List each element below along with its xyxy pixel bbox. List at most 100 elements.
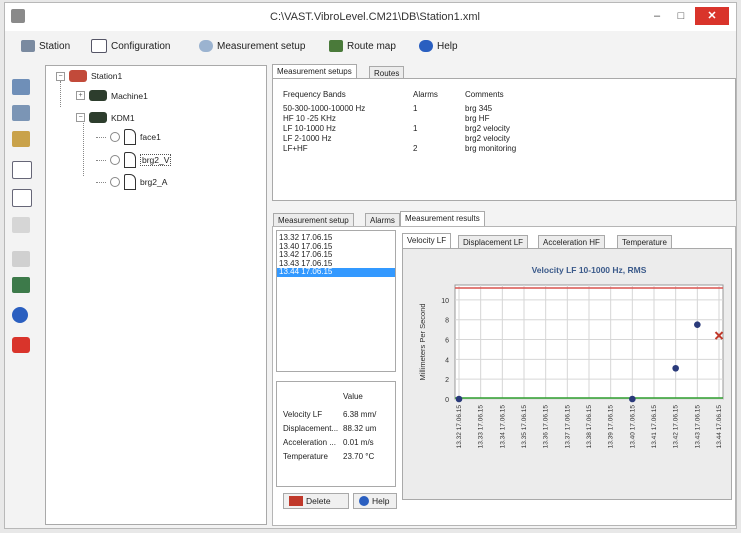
comment-cell: brg 345 <box>465 103 493 113</box>
machine-node-icon <box>89 112 107 123</box>
tab-measurement-setup[interactable]: Measurement setup <box>273 213 354 226</box>
alarms-cell <box>413 113 465 123</box>
collapse-icon[interactable]: − <box>76 113 85 122</box>
velocity-chart: Velocity LF 10-1000 Hz, RMS 0 2 4 6 8 10 Millim… <box>418 265 724 449</box>
menu-station-label: Station <box>39 40 71 52</box>
station-node-icon <box>69 70 87 82</box>
machine-tool-icon[interactable] <box>12 105 30 121</box>
maximize-button[interactable]: □ <box>669 7 693 25</box>
column-header: Frequency Bands <box>283 89 346 99</box>
help-icon <box>359 496 369 506</box>
sensor-tool-icon[interactable] <box>12 131 30 147</box>
band-cell: 50-300-1000-10000 Hz <box>283 103 366 113</box>
value-cell: 0.01 m/s <box>343 438 374 447</box>
tree-node-station[interactable]: − Station1 <box>56 70 122 82</box>
export-tool-icon[interactable] <box>12 277 30 293</box>
table-row[interactable]: LF 2-1000 Hz brg2 velocity <box>283 133 723 143</box>
route-map-icon <box>329 40 343 52</box>
x-tick-label: 13.33 17.06.15 <box>478 405 485 449</box>
tab-temperature[interactable]: Temperature <box>617 235 672 248</box>
tab-displacement-lf[interactable]: Displacement LF <box>458 235 529 248</box>
tree-connector <box>96 159 106 161</box>
tree-sensor-label: brg2_A <box>140 177 168 187</box>
band-cell: LF 2-1000 Hz <box>283 133 332 143</box>
sensor-status-icon <box>110 177 120 187</box>
tree-station-label: Station1 <box>91 71 123 81</box>
tree-node-machine1[interactable]: + Machine1 <box>76 90 148 101</box>
close-button[interactable]: ✕ <box>695 7 729 25</box>
alarms-cell: 1 <box>413 103 418 113</box>
alarms-cell <box>413 133 465 143</box>
menu-station[interactable]: Station <box>21 38 70 54</box>
collapse-icon[interactable]: − <box>56 71 65 81</box>
value-cell: 23.70 °C <box>343 452 375 461</box>
band-cell: HF 10 -25 KHz <box>283 113 336 123</box>
menu-route-map[interactable]: Route map <box>329 38 396 54</box>
tree-node-sensor[interactable]: face1 <box>96 129 161 145</box>
grid-tool-icon[interactable] <box>12 217 30 233</box>
data-point <box>694 321 701 328</box>
sensor-icon <box>124 152 136 168</box>
x-tick-label: 13.32 17.06.15 <box>456 405 463 449</box>
x-tick-label: 13.34 17.06.15 <box>499 405 506 449</box>
tree-sensor-label: brg2_V <box>140 154 172 166</box>
tree-node-sensor[interactable]: brg2_V <box>96 152 172 168</box>
gear-icon <box>199 40 213 52</box>
x-tick-label: 13.38 17.06.15 <box>586 405 593 449</box>
x-tick-label: 13.41 17.06.15 <box>651 405 658 449</box>
minimize-button[interactable]: – <box>645 7 669 25</box>
x-tick-label: 13.36 17.06.15 <box>543 405 550 449</box>
menu-measurement-setup[interactable]: Measurement setup <box>199 38 305 54</box>
data-point <box>455 395 463 403</box>
comment-cell: brg2 velocity <box>465 133 510 143</box>
y-tick-label: 6 <box>445 338 449 345</box>
y-tick-label: 4 <box>445 357 449 364</box>
value-name-cell: Displacement... <box>283 424 339 433</box>
timestamps-list[interactable]: 13.32 17.06.15 13.40 17.06.15 13.42 17.0… <box>276 230 396 372</box>
menu-configuration-label: Configuration <box>111 40 171 52</box>
columns-tool-icon[interactable] <box>12 189 32 207</box>
table-row[interactable]: LF 10-1000 Hz 1 brg2 velocity <box>283 123 723 133</box>
list-item-selected[interactable]: 13.44 17.06.15 <box>277 267 395 277</box>
tab-measurement-results[interactable]: Measurement results <box>400 211 485 226</box>
tree-node-kdm1[interactable]: − KDM1 <box>76 112 135 123</box>
sensor-icon <box>124 129 136 145</box>
help-button[interactable]: Help <box>353 493 397 509</box>
alarms-cell: 2 <box>413 143 418 153</box>
power-icon[interactable] <box>12 337 30 353</box>
tab-measurement-setups[interactable]: Measurement setups <box>272 64 357 79</box>
delete-button[interactable]: Delete <box>283 493 349 509</box>
menu-configuration[interactable]: Configuration <box>91 38 170 54</box>
station-tool-icon[interactable] <box>12 79 30 95</box>
value-name-cell: Acceleration ... <box>283 438 336 447</box>
table-row[interactable]: 50-300-1000-10000 Hz 1 brg 345 <box>283 103 723 113</box>
table-row[interactable]: LF+HF 2 brg monitoring <box>283 143 723 153</box>
tab-acceleration-hf[interactable]: Acceleration HF <box>538 235 605 248</box>
app-window: C:\VAST.VibroLevel.CM21\DB\Station1.xml … <box>4 2 737 529</box>
y-tick-label: 8 <box>445 318 449 325</box>
menu-help-label: Help <box>437 40 458 52</box>
left-toolbar <box>7 65 37 525</box>
tab-alarms[interactable]: Alarms <box>365 213 400 226</box>
band-cell: LF 10-1000 Hz <box>283 123 336 133</box>
menu-help[interactable]: Help <box>419 38 458 54</box>
menu-route-map-label: Route map <box>347 40 396 52</box>
delete-icon <box>289 496 303 506</box>
tab-velocity-lf[interactable]: Velocity LF <box>402 233 452 248</box>
help-button-label: Help <box>372 496 390 506</box>
y-tick-label: 10 <box>441 298 449 305</box>
sensor-status-icon <box>110 155 120 165</box>
tree-node-sensor[interactable]: brg2_A <box>96 174 167 190</box>
x-tick-label: 13.39 17.06.15 <box>608 405 615 449</box>
value-column-header: Value <box>343 392 363 401</box>
help-tool-icon[interactable] <box>12 307 28 323</box>
table-tool-icon[interactable] <box>12 161 32 179</box>
data-point <box>629 395 636 403</box>
y-tick-label: 2 <box>445 377 449 384</box>
table-row[interactable]: HF 10 -25 KHz brg HF <box>283 113 723 123</box>
delete-button-label: Delete <box>306 496 331 506</box>
table-header-row: Frequency Bands Alarms Comments <box>283 89 723 99</box>
tree-machine1-label: Machine1 <box>111 90 148 101</box>
list-tool-icon[interactable] <box>12 251 30 267</box>
expand-icon[interactable]: + <box>76 91 85 100</box>
